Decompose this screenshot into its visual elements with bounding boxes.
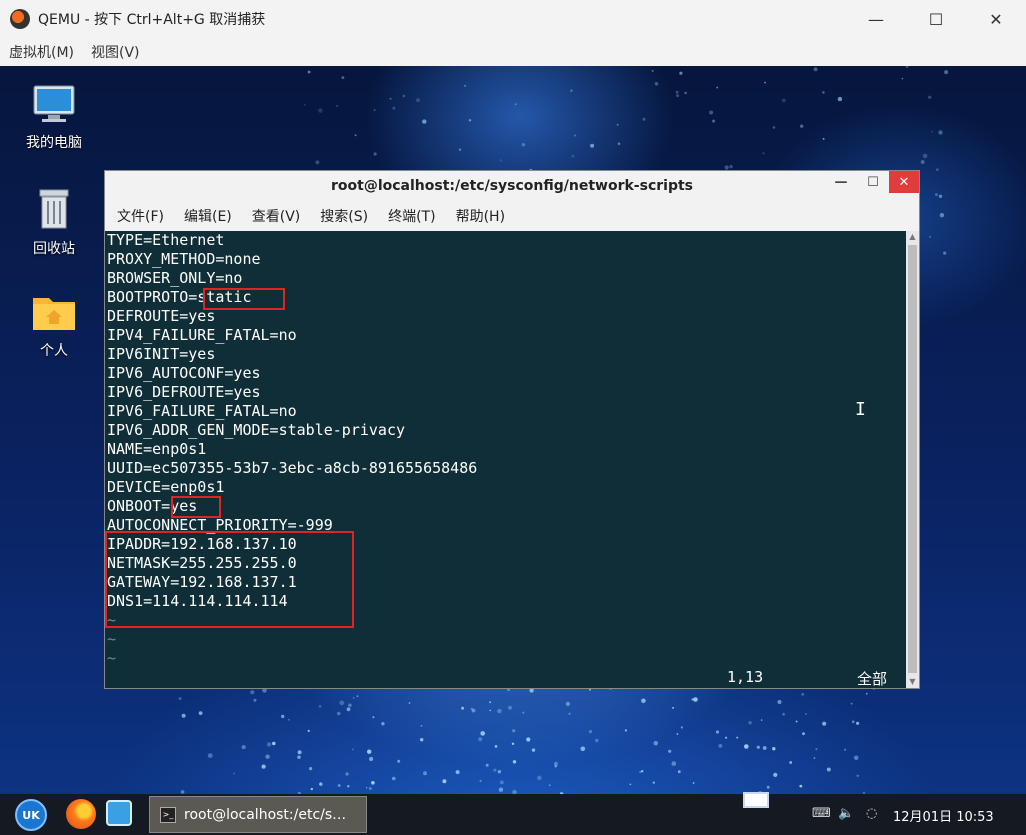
terminal-titlebar[interactable]: root@localhost:/etc/sysconfig/network-sc… bbox=[105, 171, 919, 200]
terminal-menu-file[interactable]: 文件(F) bbox=[117, 206, 164, 226]
host-menubar: 虚拟机(M) 视图(V) bbox=[0, 38, 1026, 66]
terminal-line: BROWSER_ONLY=no bbox=[107, 269, 243, 287]
desktop-icon-label: 回收站 bbox=[33, 241, 75, 257]
terminal-close-button[interactable]: ✕ bbox=[889, 171, 919, 193]
taskbar-terminal-item[interactable]: >_ root@localhost:/etc/s… bbox=[149, 796, 367, 833]
terminal-menu-help[interactable]: 帮助(H) bbox=[456, 206, 505, 226]
terminal-line: IPV4_FAILURE_FATAL=no bbox=[107, 326, 297, 344]
terminal-line: IPV6INIT=yes bbox=[107, 345, 216, 363]
file-manager-icon[interactable] bbox=[106, 800, 132, 826]
terminal-menubar: 文件(F) 编辑(E) 查看(V) 搜索(S) 终端(T) 帮助(H) bbox=[105, 200, 919, 231]
terminal-window-controls: — ☐ ✕ bbox=[825, 171, 919, 193]
taskbar-task-label: root@localhost:/etc/s… bbox=[184, 806, 347, 823]
network-icon[interactable]: ◌ bbox=[866, 806, 877, 821]
highlight-bootproto bbox=[203, 288, 285, 310]
host-window-controls: — ☐ ✕ bbox=[846, 0, 1026, 38]
screen-icon[interactable] bbox=[743, 792, 769, 808]
terminal-maximize-button[interactable]: ☐ bbox=[857, 171, 889, 193]
highlight-network-settings bbox=[105, 531, 354, 628]
terminal-line: NAME=enp0s1 bbox=[107, 440, 207, 458]
desktop-icon-label: 个人 bbox=[40, 343, 68, 359]
firefox-icon[interactable] bbox=[66, 799, 96, 829]
terminal-menu-search[interactable]: 搜索(S) bbox=[320, 206, 368, 226]
view-indicator: 全部 bbox=[857, 670, 888, 688]
terminal-line: IPV6_FAILURE_FATAL=no bbox=[107, 402, 297, 420]
scroll-down-icon[interactable]: ▼ bbox=[908, 676, 917, 688]
terminal-line: TYPE=Ethernet bbox=[107, 231, 225, 249]
desktop-icon-computer[interactable]: 我的电脑 bbox=[14, 84, 94, 152]
host-titlebar: QEMU - 按下 Ctrl+Alt+G 取消捕获 — ☐ ✕ bbox=[0, 0, 1026, 38]
terminal-minimize-button[interactable]: — bbox=[825, 171, 857, 193]
qemu-logo-icon bbox=[10, 9, 30, 29]
desktop-icon-label: 我的电脑 bbox=[26, 135, 82, 151]
terminal-content[interactable]: TYPE=Ethernet PROXY_METHOD=none BROWSER_… bbox=[105, 231, 906, 688]
scrollbar-thumb[interactable] bbox=[908, 245, 917, 673]
terminal-window: root@localhost:/etc/sysconfig/network-sc… bbox=[104, 170, 920, 689]
host-menu-machine[interactable]: 虚拟机(M) bbox=[9, 42, 74, 62]
terminal-menu-edit[interactable]: 编辑(E) bbox=[184, 206, 232, 226]
taskbar-clock[interactable]: 12月01日 10:53 bbox=[893, 806, 994, 825]
terminal-line: IPV6_AUTOCONF=yes bbox=[107, 364, 261, 382]
trash-icon bbox=[39, 189, 69, 229]
desktop-icon-trash[interactable]: 回收站 bbox=[14, 188, 94, 258]
host-close-button[interactable]: ✕ bbox=[966, 0, 1026, 38]
terminal-title: root@localhost:/etc/sysconfig/network-sc… bbox=[330, 177, 694, 194]
host-maximize-button[interactable]: ☐ bbox=[906, 0, 966, 38]
host-window-title: QEMU - 按下 Ctrl+Alt+G 取消捕获 bbox=[38, 12, 266, 28]
volume-icon[interactable]: 🔈 bbox=[838, 806, 854, 821]
terminal-line: PROXY_METHOD=none bbox=[107, 250, 261, 268]
terminal-empty-line: ~ bbox=[107, 649, 117, 667]
desktop-icon-home[interactable]: 个人 bbox=[14, 292, 94, 360]
text-cursor-icon: I bbox=[855, 399, 866, 420]
terminal-scrollbar[interactable]: ▲ ▼ bbox=[906, 231, 919, 688]
terminal-line: DEFROUTE=yes bbox=[107, 307, 216, 325]
keyboard-icon[interactable]: ⌨ bbox=[812, 806, 831, 821]
terminal-empty-line: ~ bbox=[107, 630, 117, 648]
terminal-line: IPV6_DEFROUTE=yes bbox=[107, 383, 261, 401]
terminal-menu-view[interactable]: 查看(V) bbox=[252, 206, 301, 226]
terminal-line: DEVICE=enp0s1 bbox=[107, 478, 225, 496]
host-menu-view[interactable]: 视图(V) bbox=[91, 42, 140, 62]
cursor-position: 1,13 bbox=[727, 668, 764, 686]
guest-taskbar: UK >_ root@localhost:/etc/s… ⌨ 🔈 ◌ 12月01… bbox=[0, 792, 1026, 835]
host-minimize-button[interactable]: — bbox=[846, 0, 906, 38]
terminal-menu-terminal[interactable]: 终端(T) bbox=[388, 206, 435, 226]
highlight-onboot bbox=[171, 496, 221, 518]
terminal-line: UUID=ec507355-53b7-3ebc-a8cb-89165565848… bbox=[107, 459, 478, 477]
scroll-up-icon[interactable]: ▲ bbox=[908, 231, 917, 243]
computer-icon bbox=[33, 85, 75, 122]
terminal-line: IPV6_ADDR_GEN_MODE=stable-privacy bbox=[107, 421, 406, 439]
terminal-icon: >_ bbox=[160, 806, 176, 823]
home-folder-icon bbox=[33, 298, 75, 330]
start-menu-button[interactable]: UK bbox=[15, 799, 47, 831]
